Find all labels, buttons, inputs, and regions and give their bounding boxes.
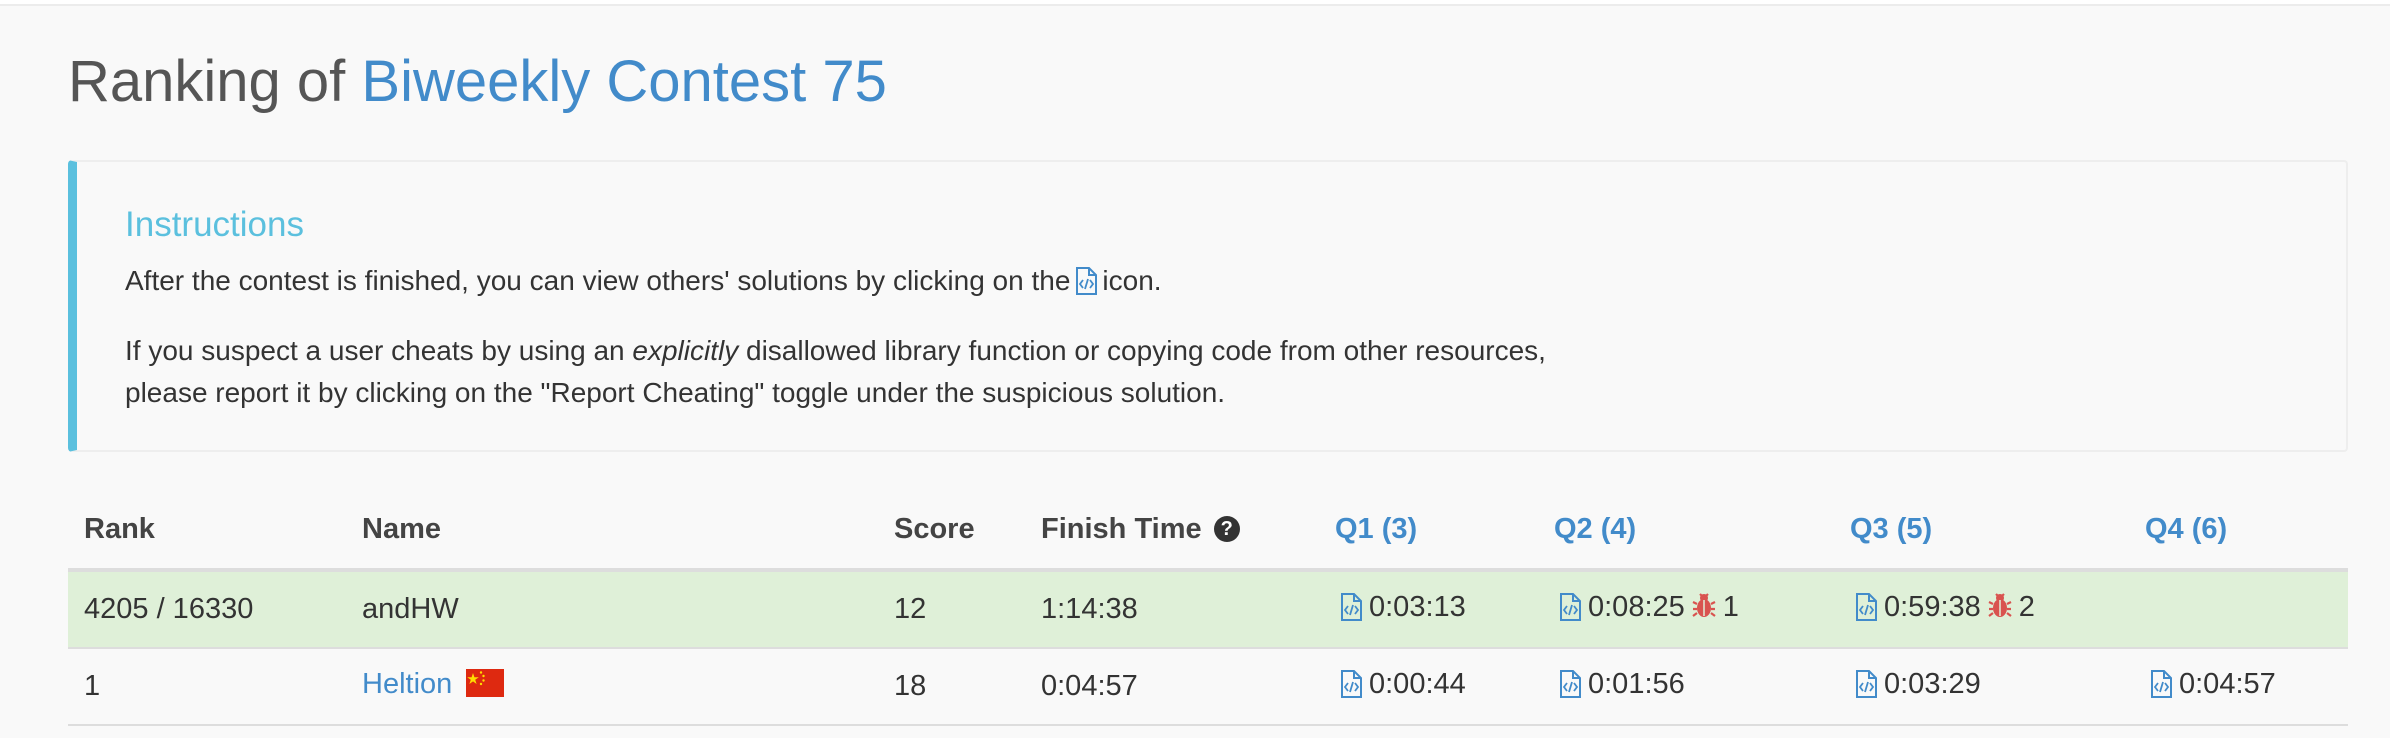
question-circle-icon[interactable]: ? bbox=[1213, 515, 1240, 542]
code-file-icon bbox=[1074, 265, 1098, 307]
instructions-p2-line1-before: If you suspect a user cheats by using an bbox=[125, 335, 633, 366]
table-row: 4205 / 16330 andHW 12 1:14:38 0:03:13 0:… bbox=[68, 570, 2348, 649]
wrong-count: 1 bbox=[1722, 590, 1739, 623]
user-profile-link[interactable]: Heltion bbox=[362, 668, 452, 700]
cell-score: 18 bbox=[878, 648, 1025, 726]
header-score: Score bbox=[878, 490, 1025, 572]
table-header-row: Rank Name Score Finish Time ? Q1 (3) Q2 … bbox=[68, 490, 2348, 572]
code-file-icon[interactable] bbox=[1339, 669, 1363, 706]
cell-score: 12 bbox=[878, 570, 1025, 649]
submission-time: 0:03:29 bbox=[1884, 667, 1981, 700]
instructions-heading: Instructions bbox=[125, 205, 304, 244]
cell-q2: 0:01:56 bbox=[1538, 648, 1834, 726]
cell-rank: 4205 / 16330 bbox=[68, 570, 346, 649]
header-q2[interactable]: Q2 (4) bbox=[1538, 490, 1834, 572]
code-file-icon[interactable] bbox=[1854, 592, 1878, 629]
header-finish-time-label: Finish Time bbox=[1041, 512, 1202, 545]
header-q4[interactable]: Q4 (6) bbox=[2129, 490, 2348, 572]
cell-finish-time: 0:04:57 bbox=[1025, 648, 1319, 726]
cell-q1: 0:00:44 bbox=[1319, 648, 1538, 726]
instructions-p1-suffix: icon. bbox=[1102, 265, 1162, 296]
submission-time: 0:03:13 bbox=[1369, 590, 1466, 623]
submission-time: 0:08:25 bbox=[1588, 590, 1685, 623]
header-q3[interactable]: Q3 (5) bbox=[1834, 490, 2129, 572]
code-file-icon[interactable] bbox=[1339, 592, 1363, 629]
instructions-p2-line1-after: disallowed library function or copying c… bbox=[738, 335, 1546, 366]
china-flag-icon bbox=[466, 669, 505, 705]
cell-finish-time: 1:14:38 bbox=[1025, 570, 1319, 649]
top-divider bbox=[0, 0, 2390, 6]
cell-rank: 1 bbox=[68, 648, 346, 726]
code-file-icon[interactable] bbox=[1558, 592, 1582, 629]
page-title: Ranking of Biweekly Contest 75 bbox=[68, 42, 887, 122]
header-finish-time: Finish Time ? bbox=[1025, 490, 1319, 572]
instructions-p2-line2: please report it by clicking on the "Rep… bbox=[125, 377, 1226, 408]
code-file-icon[interactable] bbox=[1558, 669, 1582, 706]
cell-q4: 0:04:57 bbox=[2129, 648, 2348, 726]
instructions-p1-text: After the contest is finished, you can v… bbox=[125, 265, 1071, 296]
instructions-paragraph-1: After the contest is finished, you can v… bbox=[125, 260, 1162, 307]
bug-icon bbox=[1987, 592, 2013, 628]
contest-link[interactable]: Biweekly Contest 75 bbox=[361, 49, 886, 114]
code-file-icon[interactable] bbox=[1854, 669, 1878, 706]
submission-time: 0:01:56 bbox=[1588, 667, 1685, 700]
wrong-count: 2 bbox=[2018, 590, 2035, 623]
header-q1[interactable]: Q1 (3) bbox=[1319, 490, 1538, 572]
page-title-prefix: Ranking of bbox=[68, 49, 362, 114]
instructions-callout: Instructions After the contest is finish… bbox=[68, 160, 2348, 452]
ranking-table: Rank Name Score Finish Time ? Q1 (3) Q2 … bbox=[68, 490, 2348, 726]
cell-name: andHW bbox=[346, 570, 878, 649]
submission-time: 0:59:38 bbox=[1884, 590, 1981, 623]
cell-name: Heltion bbox=[346, 648, 878, 726]
header-name: Name bbox=[346, 490, 878, 572]
instructions-p2-emphasis: explicitly bbox=[632, 335, 739, 366]
submission-time: 0:04:57 bbox=[2179, 667, 2276, 700]
cell-q3: 0:03:29 bbox=[1834, 648, 2129, 726]
cell-q3: 0:59:38 2 bbox=[1834, 570, 2129, 649]
code-file-icon[interactable] bbox=[2149, 669, 2173, 706]
submission-time: 0:00:44 bbox=[1369, 667, 1466, 700]
instructions-paragraph-2: If you suspect a user cheats by using an… bbox=[125, 330, 1546, 414]
cell-q4 bbox=[2129, 570, 2348, 649]
cell-q2: 0:08:25 1 bbox=[1538, 570, 1834, 649]
table-row: 1 Heltion 18 0:04:57 0:00:44 0:01:56 0:0… bbox=[68, 648, 2348, 726]
cell-q1: 0:03:13 bbox=[1319, 570, 1538, 649]
header-rank: Rank bbox=[68, 490, 346, 572]
bug-icon bbox=[1691, 592, 1717, 628]
